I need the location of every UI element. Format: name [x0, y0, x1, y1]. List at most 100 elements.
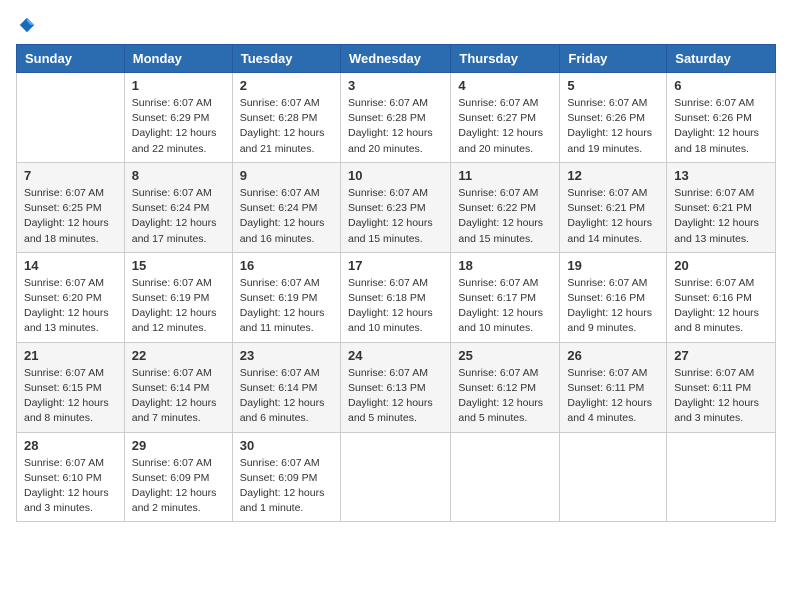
day-info: Sunrise: 6:07 AM Sunset: 6:28 PM Dayligh… [240, 96, 333, 157]
calendar-cell: 22 Sunrise: 6:07 AM Sunset: 6:14 PM Dayli… [124, 342, 232, 432]
day-info: Sunrise: 6:07 AM Sunset: 6:09 PM Dayligh… [132, 456, 225, 517]
calendar-cell: 5 Sunrise: 6:07 AM Sunset: 6:26 PM Daylig… [560, 73, 667, 163]
day-info: Sunrise: 6:07 AM Sunset: 6:10 PM Dayligh… [24, 456, 117, 517]
calendar-cell: 28 Sunrise: 6:07 AM Sunset: 6:10 PM Dayli… [17, 432, 125, 522]
day-info: Sunrise: 6:07 AM Sunset: 6:25 PM Dayligh… [24, 186, 117, 247]
calendar-week-row: 28 Sunrise: 6:07 AM Sunset: 6:10 PM Dayli… [17, 432, 776, 522]
calendar-cell: 25 Sunrise: 6:07 AM Sunset: 6:12 PM Dayli… [451, 342, 560, 432]
calendar-cell [340, 432, 450, 522]
header-friday: Friday [560, 45, 667, 73]
calendar-week-row: 1 Sunrise: 6:07 AM Sunset: 6:29 PM Daylig… [17, 73, 776, 163]
day-number: 3 [348, 78, 443, 93]
calendar-cell [560, 432, 667, 522]
day-number: 29 [132, 438, 225, 453]
header-monday: Monday [124, 45, 232, 73]
calendar-cell: 10Sunrise: 6:07 AM Sunset: 6:23 PM Dayli… [340, 162, 450, 252]
day-info: Sunrise: 6:07 AM Sunset: 6:19 PM Dayligh… [132, 276, 225, 337]
day-info: Sunrise: 6:07 AM Sunset: 6:26 PM Dayligh… [567, 96, 659, 157]
calendar-cell: 1 Sunrise: 6:07 AM Sunset: 6:29 PM Daylig… [124, 73, 232, 163]
day-info: Sunrise: 6:07 AM Sunset: 6:19 PM Dayligh… [240, 276, 333, 337]
header-saturday: Saturday [667, 45, 776, 73]
calendar-cell: 12 Sunrise: 6:07 AM Sunset: 6:21 PM Dayli… [560, 162, 667, 252]
day-info: Sunrise: 6:07 AM Sunset: 6:16 PM Dayligh… [674, 276, 768, 337]
day-number: 7 [24, 168, 117, 183]
day-info: Sunrise: 6:07 AM Sunset: 6:22 PM Dayligh… [458, 186, 552, 247]
calendar-cell: 27 Sunrise: 6:07 AM Sunset: 6:11 PM Dayli… [667, 342, 776, 432]
day-number: 5 [567, 78, 659, 93]
day-number: 21 [24, 348, 117, 363]
calendar-cell: 16 Sunrise: 6:07 AM Sunset: 6:19 PM Dayli… [232, 252, 340, 342]
day-number: 25 [458, 348, 552, 363]
calendar-cell: 8 Sunrise: 6:07 AM Sunset: 6:24 PM Daylig… [124, 162, 232, 252]
calendar-cell: 2 Sunrise: 6:07 AM Sunset: 6:28 PM Daylig… [232, 73, 340, 163]
calendar-cell: 17 Sunrise: 6:07 AM Sunset: 6:18 PM Dayli… [340, 252, 450, 342]
calendar-cell: 23 Sunrise: 6:07 AM Sunset: 6:14 PM Dayli… [232, 342, 340, 432]
calendar-cell: 18Sunrise: 6:07 AM Sunset: 6:17 PM Dayli… [451, 252, 560, 342]
day-info: Sunrise: 6:07 AM Sunset: 6:09 PM Dayligh… [240, 456, 333, 517]
calendar-cell: 7 Sunrise: 6:07 AM Sunset: 6:25 PM Daylig… [17, 162, 125, 252]
day-info: Sunrise: 6:07 AM Sunset: 6:24 PM Dayligh… [132, 186, 225, 247]
calendar-week-row: 21 Sunrise: 6:07 AM Sunset: 6:15 PM Dayli… [17, 342, 776, 432]
day-number: 14 [24, 258, 117, 273]
calendar-cell: 21 Sunrise: 6:07 AM Sunset: 6:15 PM Dayli… [17, 342, 125, 432]
day-info: Sunrise: 6:07 AM Sunset: 6:29 PM Dayligh… [132, 96, 225, 157]
calendar-cell: 14 Sunrise: 6:07 AM Sunset: 6:20 PM Dayli… [17, 252, 125, 342]
day-info: Sunrise: 6:07 AM Sunset: 6:15 PM Dayligh… [24, 366, 117, 427]
day-info: Sunrise: 6:07 AM Sunset: 6:28 PM Dayligh… [348, 96, 443, 157]
calendar-cell: 9Sunrise: 6:07 AM Sunset: 6:24 PM Daylig… [232, 162, 340, 252]
header-wednesday: Wednesday [340, 45, 450, 73]
calendar-cell: 26 Sunrise: 6:07 AM Sunset: 6:11 PM Dayli… [560, 342, 667, 432]
calendar-cell: 30Sunrise: 6:07 AM Sunset: 6:09 PM Dayli… [232, 432, 340, 522]
day-info: Sunrise: 6:07 AM Sunset: 6:11 PM Dayligh… [674, 366, 768, 427]
day-info: Sunrise: 6:07 AM Sunset: 6:27 PM Dayligh… [458, 96, 552, 157]
day-number: 17 [348, 258, 443, 273]
calendar-cell: 19 Sunrise: 6:07 AM Sunset: 6:16 PM Dayli… [560, 252, 667, 342]
day-number: 19 [567, 258, 659, 273]
header-thursday: Thursday [451, 45, 560, 73]
calendar-week-row: 7 Sunrise: 6:07 AM Sunset: 6:25 PM Daylig… [17, 162, 776, 252]
day-number: 18 [458, 258, 552, 273]
day-number: 26 [567, 348, 659, 363]
calendar-cell [451, 432, 560, 522]
header-tuesday: Tuesday [232, 45, 340, 73]
day-number: 6 [674, 78, 768, 93]
day-number: 13 [674, 168, 768, 183]
day-info: Sunrise: 6:07 AM Sunset: 6:16 PM Dayligh… [567, 276, 659, 337]
calendar-cell: 11 Sunrise: 6:07 AM Sunset: 6:22 PM Dayli… [451, 162, 560, 252]
day-number: 16 [240, 258, 333, 273]
day-number: 4 [458, 78, 552, 93]
day-number: 11 [458, 168, 552, 183]
calendar-week-row: 14 Sunrise: 6:07 AM Sunset: 6:20 PM Dayli… [17, 252, 776, 342]
day-number: 28 [24, 438, 117, 453]
day-info: Sunrise: 6:07 AM Sunset: 6:21 PM Dayligh… [567, 186, 659, 247]
calendar-cell: 13Sunrise: 6:07 AM Sunset: 6:21 PM Dayli… [667, 162, 776, 252]
day-info: Sunrise: 6:07 AM Sunset: 6:12 PM Dayligh… [458, 366, 552, 427]
header-sunday: Sunday [17, 45, 125, 73]
day-number: 20 [674, 258, 768, 273]
day-info: Sunrise: 6:07 AM Sunset: 6:14 PM Dayligh… [132, 366, 225, 427]
day-number: 12 [567, 168, 659, 183]
day-number: 2 [240, 78, 333, 93]
day-number: 8 [132, 168, 225, 183]
day-number: 15 [132, 258, 225, 273]
calendar-cell: 3 Sunrise: 6:07 AM Sunset: 6:28 PM Daylig… [340, 73, 450, 163]
calendar-cell: 15 Sunrise: 6:07 AM Sunset: 6:19 PM Dayli… [124, 252, 232, 342]
logo [16, 16, 36, 34]
day-info: Sunrise: 6:07 AM Sunset: 6:11 PM Dayligh… [567, 366, 659, 427]
day-number: 27 [674, 348, 768, 363]
calendar-table: SundayMondayTuesdayWednesdayThursdayFrid… [16, 44, 776, 522]
page-header [16, 16, 776, 34]
calendar-cell: 6 Sunrise: 6:07 AM Sunset: 6:26 PM Daylig… [667, 73, 776, 163]
day-number: 22 [132, 348, 225, 363]
day-info: Sunrise: 6:07 AM Sunset: 6:23 PM Dayligh… [348, 186, 443, 247]
calendar-cell [667, 432, 776, 522]
day-info: Sunrise: 6:07 AM Sunset: 6:14 PM Dayligh… [240, 366, 333, 427]
day-number: 24 [348, 348, 443, 363]
day-number: 23 [240, 348, 333, 363]
day-number: 1 [132, 78, 225, 93]
day-info: Sunrise: 6:07 AM Sunset: 6:20 PM Dayligh… [24, 276, 117, 337]
day-info: Sunrise: 6:07 AM Sunset: 6:18 PM Dayligh… [348, 276, 443, 337]
day-info: Sunrise: 6:07 AM Sunset: 6:26 PM Dayligh… [674, 96, 768, 157]
calendar-cell [17, 73, 125, 163]
calendar-cell: 24Sunrise: 6:07 AM Sunset: 6:13 PM Dayli… [340, 342, 450, 432]
